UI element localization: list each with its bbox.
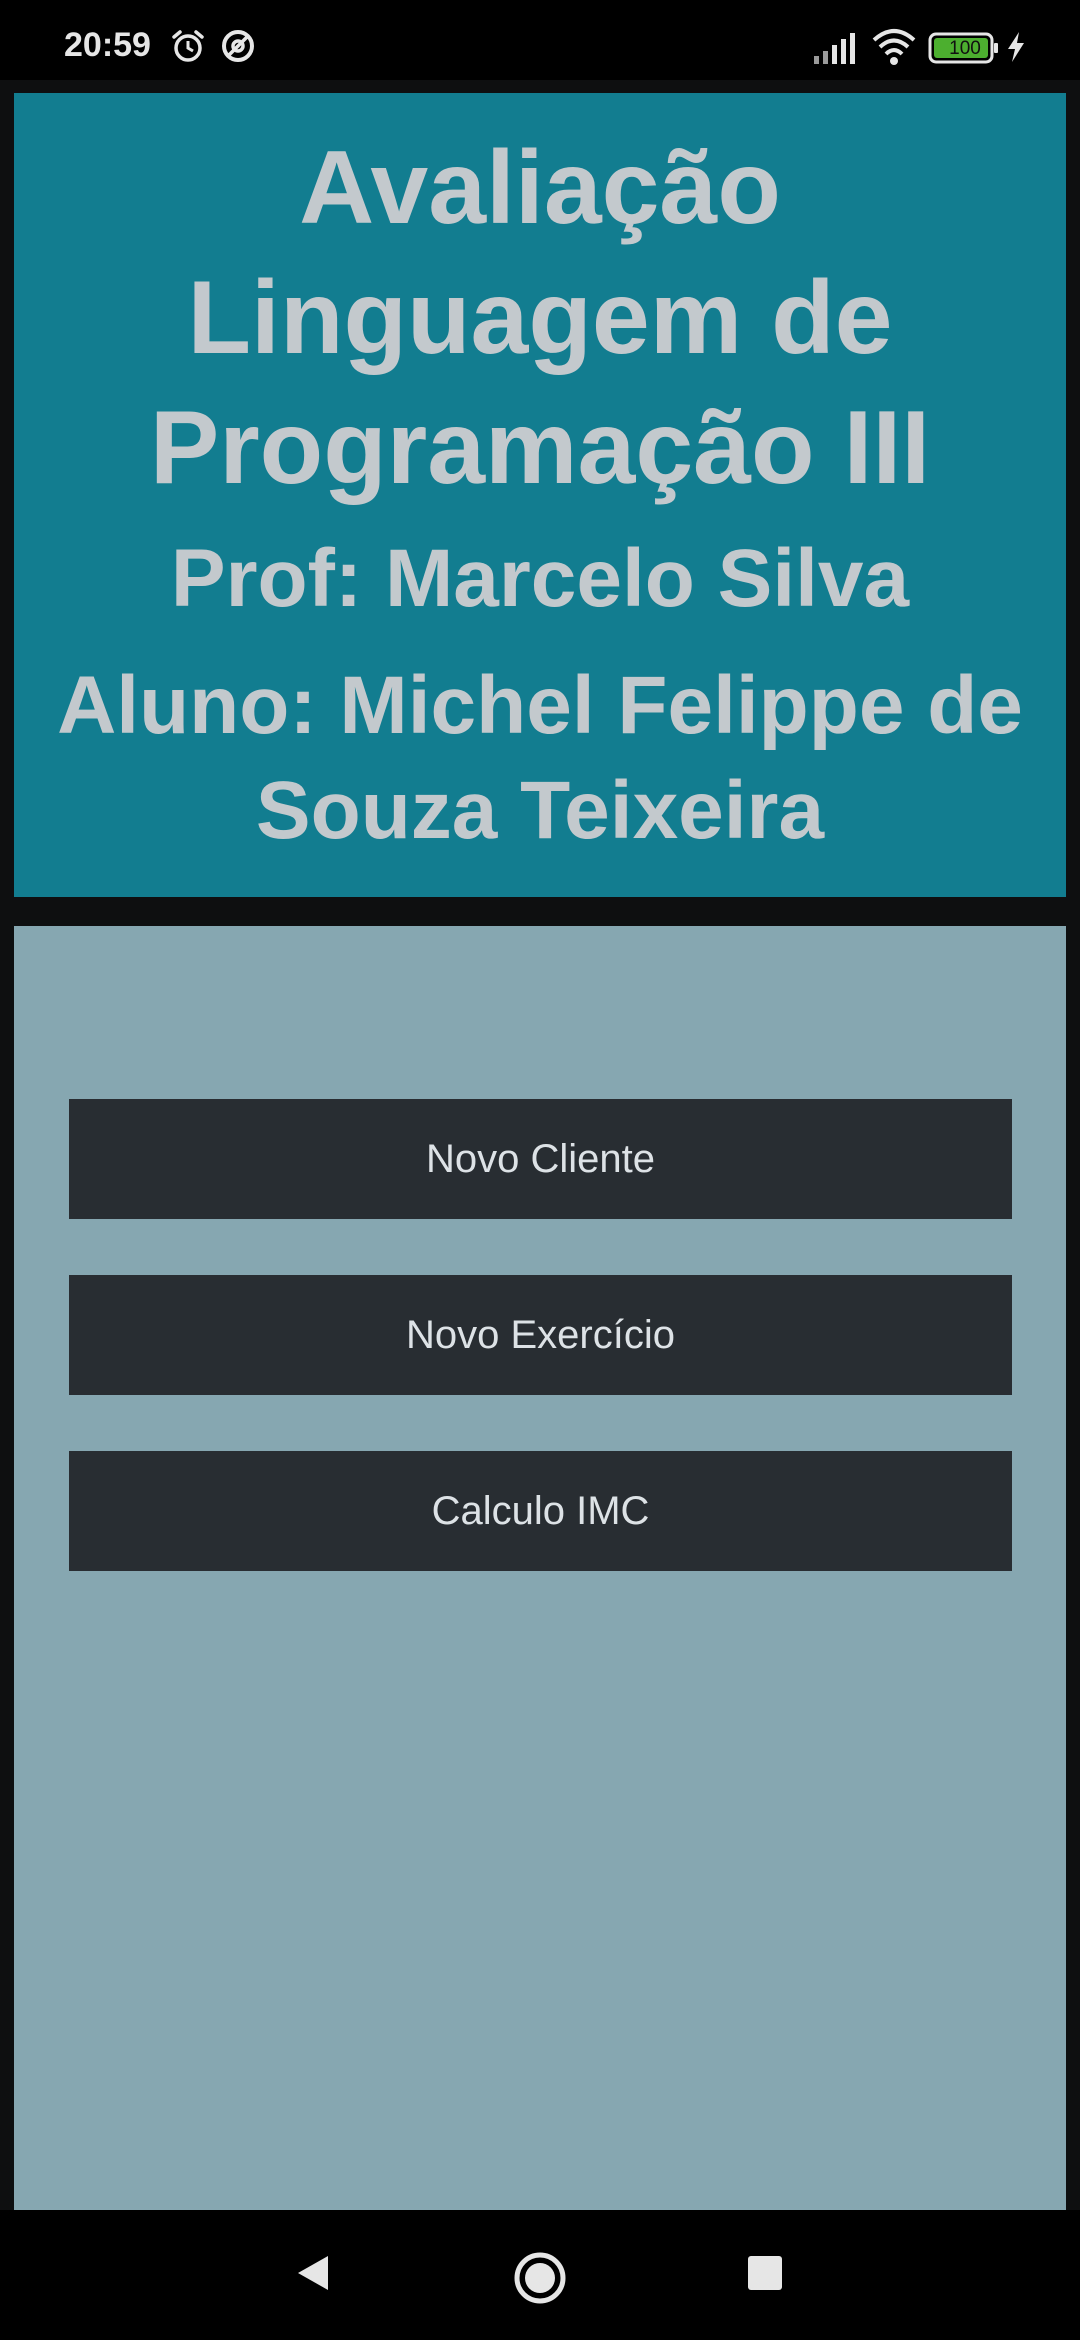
student-label: Aluno: Michel Felippe de Souza Teixeira [57,660,1023,856]
page-title: Avaliação Linguagem de Programação III [149,130,931,506]
status-bar: 20:59 100 [0,0,1080,80]
home-icon[interactable] [510,2248,570,2313]
header-card: Avaliação Linguagem de Programação III P… [14,93,1066,897]
recents-icon[interactable] [740,2248,790,2303]
wifi-icon [870,26,918,71]
dnd-icon [220,28,256,69]
battery-level: 100 [949,38,981,59]
calculo-imc-button[interactable]: Calculo IMC [69,1451,1012,1571]
signal-icon [812,30,856,71]
novo-cliente-button[interactable]: Novo Cliente [69,1099,1012,1219]
app-screen: 20:59 100 Avaliação Linguagem de Program… [0,0,1080,2340]
status-time: 20:59 [64,26,151,64]
professor-label: Prof: Marcelo Silva [170,533,910,624]
charging-icon [1004,30,1028,69]
back-icon[interactable] [290,2248,340,2303]
navigation-bar [0,2210,1080,2340]
novo-exercicio-button[interactable]: Novo Exercício [69,1275,1012,1395]
menu-panel: Novo Cliente Novo Exercício Calculo IMC [14,926,1066,2210]
alarm-icon [170,28,206,69]
